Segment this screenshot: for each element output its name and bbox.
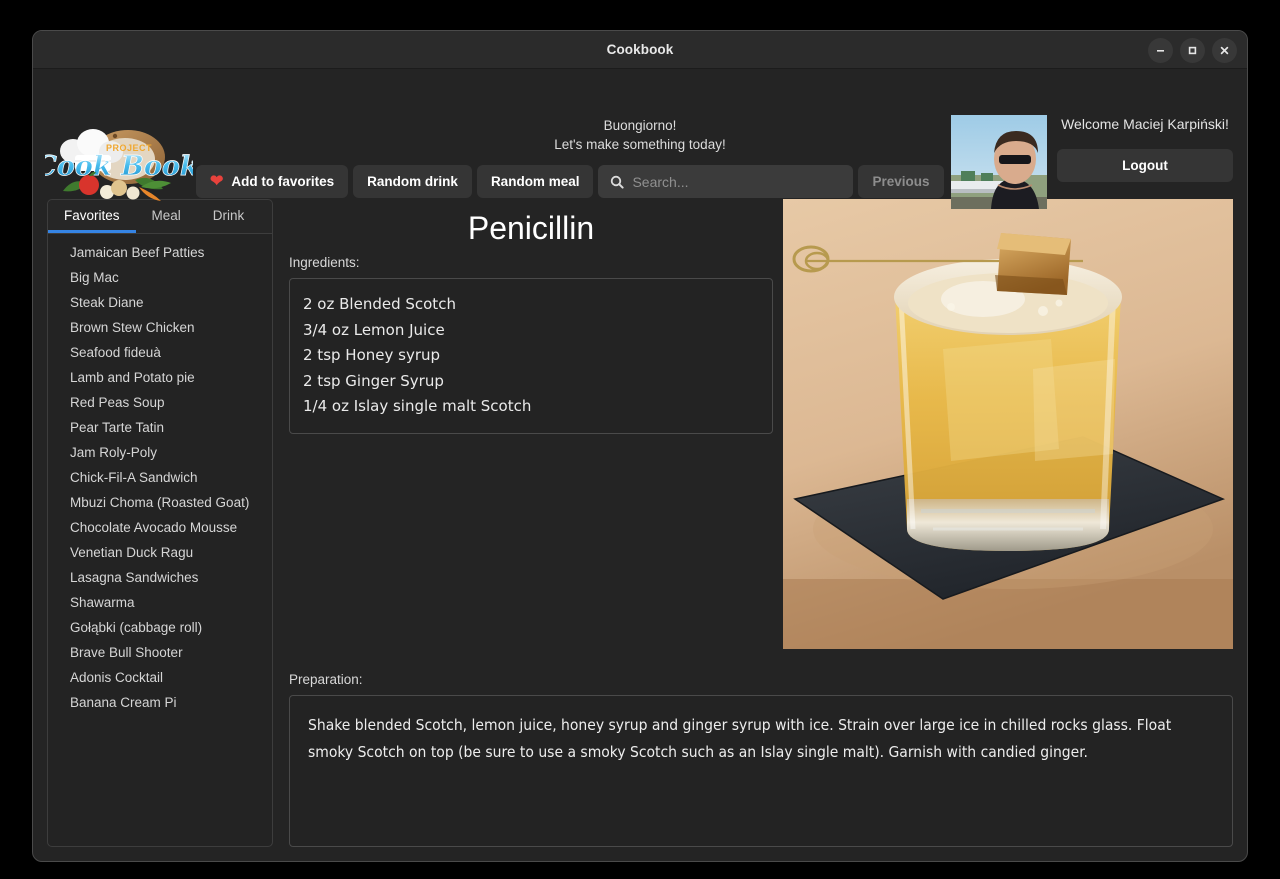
svg-text:Cook Book: Cook Book — [45, 151, 193, 182]
tab-meal[interactable]: Meal — [136, 200, 197, 233]
list-item[interactable]: Brown Stew Chicken — [48, 315, 272, 340]
ingredient-line: 2 oz Blended Scotch — [303, 295, 456, 313]
preparation-box: Shake blended Scotch, lemon juice, honey… — [289, 695, 1233, 847]
ingredient-line: 3/4 oz Lemon Juice — [303, 320, 445, 339]
preparation-section: Preparation: Shake blended Scotch, lemon… — [289, 672, 1233, 847]
list-item[interactable]: Chocolate Avocado Mousse — [48, 515, 272, 540]
window-controls — [1148, 31, 1237, 69]
cookbook-logo[interactable]: PROJECT Cook Book — [45, 113, 193, 203]
list-item[interactable]: Shawarma — [48, 590, 272, 615]
search-placeholder: Search... — [632, 173, 689, 190]
ingredient-line: 1/4 oz Islay single malt Scotch — [303, 397, 532, 415]
preparation-text: Shake blended Scotch, lemon juice, honey… — [308, 716, 1172, 761]
list-item[interactable]: Banana Cream Pi — [48, 690, 272, 715]
close-icon[interactable] — [1212, 37, 1237, 63]
ingredient-line: 2 tsp Honey syrup — [303, 346, 441, 364]
list-item[interactable]: Big Mac — [48, 265, 272, 290]
previous-label: Previous — [872, 174, 930, 189]
main-toolbar: ❤ Add to favorites Random drink Random m… — [196, 165, 944, 198]
recipe-details: Penicillin Ingredients: 2 oz Blended Sco… — [289, 199, 773, 651]
ingredients-box: 2 oz Blended Scotch 3/4 oz Lemon Juice 2 t… — [289, 278, 773, 434]
add-to-favorites-button[interactable]: ❤ Add to favorites — [196, 165, 349, 198]
previous-button[interactable]: Previous — [858, 165, 944, 198]
tab-drink[interactable]: Drink — [197, 200, 261, 233]
application-window: Cookbook PROJECT Cook Book Buongiorno! L… — [32, 30, 1248, 862]
list-item[interactable]: Red Peas Soup — [48, 390, 272, 415]
list-item[interactable]: Jam Roly-Poly — [48, 440, 272, 465]
recipe-list[interactable]: Jamaican Beef Patties Big Mac Steak Diane B… — [47, 233, 273, 847]
window-title: Cookbook — [606, 42, 674, 57]
avatar — [951, 115, 1047, 209]
logout-button[interactable]: Logout — [1057, 149, 1233, 182]
search-input[interactable]: Search... — [598, 165, 854, 198]
user-info: Welcome Maciej Karpiński! Logout — [1057, 115, 1233, 182]
ingredients-label: Ingredients: — [289, 255, 360, 270]
main-content: Penicillin Ingredients: 2 oz Blended Sco… — [289, 199, 1233, 847]
random-drink-label: Random drink — [367, 174, 458, 189]
list-item[interactable]: Mbuzi Choma (Roasted Goat) — [48, 490, 272, 515]
list-item[interactable]: Jamaican Beef Patties — [48, 240, 272, 265]
app-body: Favorites Meal Drink Jamaican Beef Patties… — [33, 199, 1247, 861]
list-item[interactable]: Pear Tarte Tatin — [48, 415, 272, 440]
random-meal-label: Random meal — [490, 174, 580, 189]
list-item[interactable]: Lasagna Sandwiches — [48, 565, 272, 590]
ingredient-line: 2 tsp Ginger Syrup — [303, 371, 444, 390]
titlebar: Cookbook — [33, 31, 1247, 69]
list-item[interactable]: Seafood fideuà — [48, 340, 272, 365]
heart-icon: ❤ — [210, 172, 224, 190]
recipe-image — [783, 199, 1233, 649]
list-item[interactable]: Lamb and Potato pie — [48, 365, 272, 390]
welcome-text: Welcome Maciej Karpiński! — [1061, 116, 1229, 132]
greeting-line-1: Buongiorno! — [603, 118, 677, 133]
preparation-label: Preparation: — [289, 672, 363, 687]
random-meal-button[interactable]: Random meal — [476, 165, 594, 198]
list-item[interactable]: Adonis Cocktail — [48, 665, 272, 690]
sidebar: Favorites Meal Drink Jamaican Beef Patties… — [47, 199, 273, 847]
recipe-top-row: Penicillin Ingredients: 2 oz Blended Sco… — [289, 199, 1233, 651]
add-to-favorites-label: Add to favorites — [231, 174, 335, 189]
user-area: Welcome Maciej Karpiński! Logout — [951, 115, 1233, 209]
random-drink-button[interactable]: Random drink — [353, 165, 472, 198]
search-icon — [611, 175, 625, 189]
tab-favorites[interactable]: Favorites — [48, 200, 136, 233]
sidebar-tabbar: Favorites Meal Drink — [47, 199, 273, 233]
maximize-icon[interactable] — [1180, 37, 1205, 63]
page-title: Penicillin — [467, 210, 595, 246]
list-item[interactable]: Gołąbki (cabbage roll) — [48, 615, 272, 640]
list-item[interactable]: Chick-Fil-A Sandwich — [48, 465, 272, 490]
app-header: PROJECT Cook Book Buongiorno! Let's make… — [33, 69, 1247, 209]
list-item[interactable]: Brave Bull Shooter — [48, 640, 272, 665]
list-item[interactable]: Venetian Duck Ragu — [48, 540, 272, 565]
list-item[interactable]: Steak Diane — [48, 290, 272, 315]
minimize-icon[interactable] — [1148, 37, 1173, 63]
